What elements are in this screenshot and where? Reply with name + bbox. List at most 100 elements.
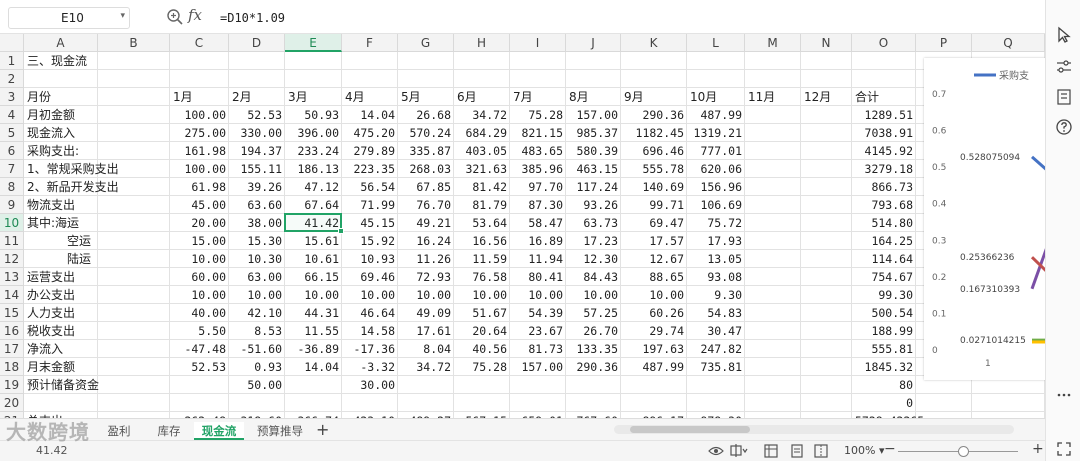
cell-value[interactable]: 50.93 [285, 106, 342, 124]
sliders-icon[interactable] [1055, 58, 1073, 76]
cell-value[interactable]: 29.74 [621, 322, 687, 340]
name-box[interactable]: E10 ▾ [8, 7, 130, 29]
cell-total[interactable]: 3279.18 [852, 160, 916, 178]
cell-value[interactable]: 49.21 [398, 214, 454, 232]
cell-value[interactable]: -51.60 [229, 340, 285, 358]
cell-value[interactable]: 20.00 [170, 214, 229, 232]
selected-cell-e10[interactable] [284, 213, 344, 234]
cell-label[interactable]: 其中:海运 [24, 214, 164, 232]
cell-total[interactable]: 188.99 [852, 322, 916, 340]
cell-value[interactable]: 93.08 [687, 268, 745, 286]
cell-value[interactable]: 20.64 [454, 322, 510, 340]
column-header-p[interactable]: P [916, 34, 972, 52]
cell-value[interactable]: 4月 [342, 88, 398, 106]
more-icon[interactable] [1055, 386, 1073, 404]
cell-value[interactable]: 10.00 [342, 286, 398, 304]
cell-value[interactable]: 17.57 [621, 232, 687, 250]
cell-value[interactable]: 10.00 [621, 286, 687, 304]
cell-value[interactable]: 75.72 [687, 214, 745, 232]
cell-value[interactable]: 155.11 [229, 160, 285, 178]
cell-value[interactable]: 99.71 [621, 196, 687, 214]
cell-total[interactable]: 164.25 [852, 232, 916, 250]
cell-label[interactable]: 税收支出 [24, 322, 164, 340]
cell-value[interactable]: 80.41 [510, 268, 566, 286]
cell-value[interactable]: 197.63 [621, 340, 687, 358]
cell-total[interactable]: 1845.32 [852, 358, 916, 376]
page-layout-icon[interactable] [790, 444, 804, 458]
cell-value[interactable]: 76.58 [454, 268, 510, 286]
cell-value[interactable]: 15.61 [285, 232, 342, 250]
cell-label[interactable]: 办公支出 [24, 286, 164, 304]
cell-value[interactable]: 555.78 [621, 160, 687, 178]
tab-profit[interactable]: 盈利 [96, 422, 142, 440]
cell-value[interactable]: 17.93 [687, 232, 745, 250]
cell-total[interactable]: 99.30 [852, 286, 916, 304]
cell-value[interactable]: 321.63 [454, 160, 510, 178]
cell-value[interactable]: 696.46 [621, 142, 687, 160]
cell-total[interactable]: 793.68 [852, 196, 916, 214]
tab-budget[interactable]: 预算推导 [250, 422, 310, 440]
column-header-b[interactable]: B [98, 34, 170, 52]
cell-value[interactable]: 247.82 [687, 340, 745, 358]
tab-inventory[interactable]: 库存 [146, 422, 192, 440]
embedded-chart[interactable]: 采购支 0.7 0.6 0.5 0.4 0.3 0.2 0.1 0 1 0.528075094 0.2… [924, 58, 1045, 380]
normal-view-icon[interactable] [764, 444, 778, 458]
cell-value[interactable]: 71.99 [342, 196, 398, 214]
cell-value[interactable]: 61.98 [170, 178, 229, 196]
style-panel-icon[interactable] [1055, 88, 1073, 106]
cell-value[interactable]: 15.00 [170, 232, 229, 250]
cell-label[interactable]: 月初金额 [24, 106, 164, 124]
cell-value[interactable]: 10.61 [285, 250, 342, 268]
cell-value[interactable]: 40.00 [170, 304, 229, 322]
cell-value[interactable]: 11.26 [398, 250, 454, 268]
cell-value[interactable]: -17.36 [342, 340, 398, 358]
cell-value[interactable]: 14.04 [342, 106, 398, 124]
cell-value[interactable]: 63.73 [566, 214, 621, 232]
cell-value[interactable]: 8.53 [229, 322, 285, 340]
cell-value[interactable]: 10.30 [229, 250, 285, 268]
zoom-dropdown[interactable]: 100% ▾ [844, 444, 884, 457]
cell-value[interactable]: 12.30 [566, 250, 621, 268]
cell-total[interactable]: 514.80 [852, 214, 916, 232]
cell-value[interactable]: 161.98 [170, 142, 229, 160]
cell-value[interactable]: 684.29 [454, 124, 510, 142]
help-icon[interactable] [1055, 118, 1073, 136]
cell-value[interactable]: 57.25 [566, 304, 621, 322]
cell-value[interactable]: 821.15 [510, 124, 566, 142]
cell-label[interactable]: 三、现金流 [24, 52, 164, 70]
cell-value[interactable]: 63.00 [229, 268, 285, 286]
cell-label[interactable]: 采购支出: [24, 142, 164, 160]
cell-value[interactable]: 100.00 [170, 160, 229, 178]
cell-total[interactable]: 1289.51 [852, 106, 916, 124]
cell-value[interactable]: 93.26 [566, 196, 621, 214]
cell-value[interactable]: 10.00 [285, 286, 342, 304]
cell-value[interactable]: 75.28 [454, 358, 510, 376]
cell-value[interactable]: 16.56 [454, 232, 510, 250]
cell-value[interactable]: 81.73 [510, 340, 566, 358]
cell-value[interactable]: 3月 [285, 88, 342, 106]
cell-value[interactable]: 69.47 [621, 214, 687, 232]
cell-value[interactable]: 13.05 [687, 250, 745, 268]
row-header-17[interactable]: 17 [0, 340, 24, 358]
cell-value[interactable]: 26.68 [398, 106, 454, 124]
cell-value[interactable]: 290.36 [621, 106, 687, 124]
cell-value[interactable]: 7月 [510, 88, 566, 106]
cell-value[interactable]: 403.05 [454, 142, 510, 160]
cell-label[interactable]: 2、新品开发支出 [24, 178, 164, 196]
cell-value[interactable]: 487.99 [621, 358, 687, 376]
row-header-6[interactable]: 6 [0, 142, 24, 160]
column-header-f[interactable]: F [342, 34, 398, 52]
cell-value[interactable]: 67.85 [398, 178, 454, 196]
cell-value[interactable]: 23.67 [510, 322, 566, 340]
cell-value[interactable]: 157.00 [566, 106, 621, 124]
cell-value[interactable]: 233.24 [285, 142, 342, 160]
cell-value[interactable]: 69.46 [342, 268, 398, 286]
cell-value[interactable]: 84.43 [566, 268, 621, 286]
cell-value[interactable]: 60.00 [170, 268, 229, 286]
cell-value[interactable]: 26.70 [566, 322, 621, 340]
cell-value[interactable]: 985.37 [566, 124, 621, 142]
cell-value[interactable]: 60.26 [621, 304, 687, 322]
horizontal-scrollbar[interactable] [614, 425, 1014, 434]
cell-value[interactable]: 133.35 [566, 340, 621, 358]
cell-label[interactable]: 月份 [24, 88, 164, 106]
